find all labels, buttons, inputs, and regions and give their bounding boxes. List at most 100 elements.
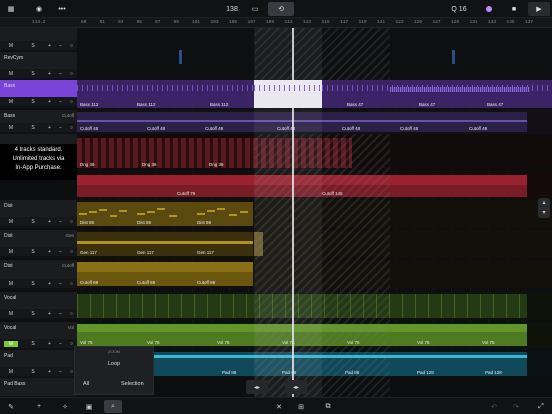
mute-button[interactable]: M [4, 219, 18, 225]
region-dist-cutoff[interactable]: Cutoff 69 Cutoff 69 Cutoff 69 [77, 262, 253, 286]
minus-icon[interactable]: − [59, 99, 62, 105]
quantize-value[interactable]: 138 [222, 2, 242, 16]
more-icon[interactable]: ••• [55, 2, 69, 16]
region-blue[interactable] [179, 50, 182, 64]
mute-button[interactable]: M [4, 71, 18, 77]
record-arm-icon[interactable]: ○ [70, 311, 73, 317]
minus-icon[interactable]: − [59, 71, 62, 77]
track-header[interactable]: M S + − ○ [0, 28, 77, 52]
solo-button[interactable]: S [26, 125, 40, 131]
track-controls: M S + − ○ [0, 97, 77, 107]
solo-button[interactable]: S [26, 99, 40, 105]
solo-button[interactable]: S [26, 311, 40, 317]
stop-icon[interactable]: ■ [507, 2, 521, 16]
track-header[interactable]: Bass M S + − ○ [0, 80, 77, 108]
zoom-selection-button[interactable]: Selection [121, 381, 144, 387]
record-arm-icon[interactable]: ○ [70, 219, 73, 225]
solo-button[interactable]: S [26, 43, 40, 49]
region-blue[interactable] [452, 50, 455, 64]
gauge-icon[interactable]: ◉ [32, 2, 46, 16]
redo-icon[interactable]: ↷ [510, 400, 522, 413]
add-icon[interactable]: + [48, 99, 51, 105]
track-header[interactable]: Dist Cutoff M S + − ○ [0, 260, 77, 290]
mute-button[interactable]: M [4, 369, 18, 375]
record-arm-icon[interactable]: ○ [70, 43, 73, 49]
record-arm-icon[interactable]: ○ [70, 341, 73, 347]
add-icon[interactable]: + [48, 311, 51, 317]
add-icon[interactable]: + [48, 43, 51, 49]
zoom-icon[interactable]: ⌕ [104, 400, 122, 413]
minus-icon[interactable]: − [59, 341, 62, 347]
record-arm-icon[interactable]: ○ [70, 281, 73, 287]
add-icon[interactable]: + [48, 71, 51, 77]
zoom-loop-button[interactable]: Loop [75, 361, 153, 367]
zoom-all-button[interactable]: All [83, 381, 89, 387]
track-header[interactable]: Vocal M S + − ○ [0, 292, 77, 320]
minus-icon[interactable]: − [59, 311, 62, 317]
keyboard-icon[interactable]: ▭ [245, 2, 265, 16]
loop-toggle-button[interactable]: ⟲ [268, 2, 294, 16]
record-arm-icon[interactable]: ○ [70, 71, 73, 77]
solo-button[interactable]: S [26, 341, 40, 347]
add-icon[interactable]: + [32, 400, 46, 413]
grid-quantize-select[interactable]: Q 16 [448, 2, 470, 16]
solo-button[interactable]: S [26, 369, 40, 375]
record-arm-icon[interactable]: ○ [70, 249, 73, 255]
undo-icon[interactable]: ↶ [488, 400, 500, 413]
record-arm-icon[interactable]: ○ [70, 99, 73, 105]
record-arm-icon[interactable]: ○ [70, 125, 73, 131]
duplicate-icon[interactable]: ⧉ [320, 400, 336, 413]
minus-icon[interactable]: − [59, 125, 62, 131]
minus-icon[interactable]: − [59, 219, 62, 225]
expand-icon[interactable]: ⤢ [534, 400, 548, 413]
track-header[interactable]: Vocal Vol M S + − ○ [0, 322, 77, 350]
mute-button[interactable]: M [4, 99, 18, 105]
delete-icon[interactable]: ✕ [272, 400, 286, 413]
bar-number: 95 [136, 20, 142, 25]
track-header[interactable]: RevCym M S + − ○ [0, 52, 77, 80]
track-header[interactable]: Pad M S + − ○ [0, 350, 77, 378]
mute-button[interactable]: M [4, 43, 18, 49]
pencil-icon[interactable]: ✎ [4, 400, 18, 413]
solo-button[interactable]: S [26, 219, 40, 225]
mute-button[interactable]: M [4, 125, 18, 131]
vertical-resize-handle[interactable]: ▴ ▾ [538, 198, 550, 218]
track-header[interactable]: Pad Bass [0, 378, 77, 397]
add-icon[interactable]: + [48, 369, 51, 375]
image-icon[interactable]: ▣ [82, 400, 96, 413]
track-header[interactable]: Dist M S + − ○ [0, 200, 77, 228]
add-icon[interactable]: + [48, 281, 51, 287]
loop-end-arrows[interactable]: ◂▸ [285, 380, 307, 394]
mute-button[interactable]: M [4, 249, 18, 255]
bar-number: 133 [488, 20, 497, 25]
track-header[interactable]: Dist Gen M S + − ○ [0, 230, 77, 258]
add-icon[interactable]: + [48, 219, 51, 225]
minus-icon[interactable]: − [59, 369, 62, 375]
record-arm-icon[interactable]: ○ [70, 369, 73, 375]
mute-button[interactable]: M [4, 340, 18, 347]
mute-button[interactable]: M [4, 311, 18, 317]
bar-number: 125 [414, 20, 423, 25]
add-icon[interactable]: + [48, 249, 51, 255]
minus-icon[interactable]: − [59, 249, 62, 255]
solo-button[interactable]: S [26, 281, 40, 287]
tooltip-line: 4 tracks standard. [14, 147, 63, 153]
mute-button[interactable]: M [4, 281, 18, 287]
solo-button[interactable]: S [26, 71, 40, 77]
play-icon[interactable]: ▶ [528, 2, 550, 16]
record-icon[interactable] [482, 2, 496, 16]
solo-button[interactable]: S [26, 249, 40, 255]
add-icon[interactable]: + [48, 341, 51, 347]
track-header[interactable]: Bass Cutoff M S + − ○ [0, 110, 77, 134]
magic-wand-icon[interactable]: ✧ [58, 400, 72, 413]
minus-icon[interactable]: − [59, 281, 62, 287]
playhead[interactable] [292, 28, 294, 397]
timeline-ruler[interactable]: 113.2 89 91 93 95 97 99 101 103 105 107 109 111 113 1… [0, 18, 552, 28]
minus-icon[interactable]: − [59, 43, 62, 49]
mixer-icon[interactable]: ▦ [4, 2, 18, 16]
loop-start-arrows[interactable]: ◂▸ [246, 380, 268, 394]
region-dist[interactable]: Dist 59 Dist 59 Dist 59 [77, 202, 253, 226]
insert-icon[interactable]: ⊞ [294, 400, 308, 413]
region-gen[interactable]: Gen 117 Gen 117 Gen 117 [77, 232, 253, 256]
add-icon[interactable]: + [48, 125, 51, 131]
